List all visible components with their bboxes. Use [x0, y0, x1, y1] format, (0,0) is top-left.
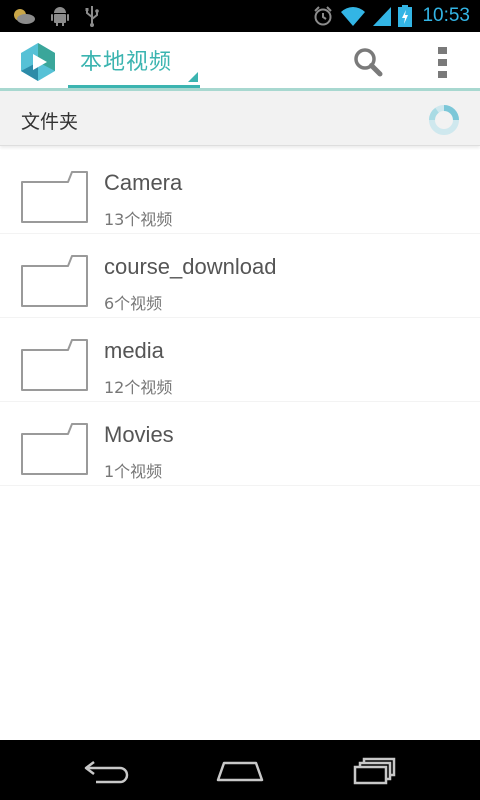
video-count: 1个视频: [104, 462, 163, 481]
overflow-menu-icon: [437, 46, 447, 54]
title-underline: [68, 85, 200, 88]
recent-apps-icon: [353, 757, 396, 785]
overflow-menu-dot: [437, 70, 447, 78]
back-button[interactable]: [76, 754, 136, 788]
folder-name: Movies: [104, 422, 174, 447]
folder-name: Camera: [104, 170, 183, 195]
android-debug-icon: [51, 7, 69, 26]
list-item[interactable]: Camera 13个视频: [0, 150, 480, 234]
status-bar: 10:53: [0, 0, 480, 32]
folder-icon: [21, 339, 88, 391]
battery-charging-icon: [398, 5, 413, 27]
search-button[interactable]: [346, 42, 390, 82]
recent-apps-button[interactable]: [344, 754, 404, 788]
video-count: 6个视频: [104, 294, 163, 313]
folder-list: Camera 13个视频 course_download 6个视频 media …: [0, 150, 480, 486]
loading-spinner-icon: [429, 105, 459, 135]
home-icon: [216, 761, 264, 782]
title-spinner[interactable]: 本地视频: [68, 32, 200, 90]
cell-signal-icon: [373, 7, 392, 26]
folder-name: course_download: [104, 254, 277, 279]
overflow-menu-dot: [437, 58, 447, 66]
page-title: 本地视频: [80, 50, 173, 75]
folder-section-title: 文件夹: [21, 111, 79, 133]
folder-icon: [21, 423, 88, 475]
folder-icon: [21, 255, 88, 307]
wifi-icon: [341, 7, 366, 26]
clock-time: 10:53: [422, 5, 470, 26]
video-count: 13个视频: [104, 210, 173, 229]
list-item[interactable]: media 12个视频: [0, 318, 480, 402]
back-icon: [84, 761, 129, 784]
list-item[interactable]: Movies 1个视频: [0, 402, 480, 486]
usb-icon: [85, 6, 99, 27]
weather-icon: [14, 9, 35, 24]
app-logo-icon[interactable]: [18, 42, 58, 82]
navigation-bar: [0, 740, 480, 800]
folder-icon: [21, 171, 88, 223]
system-status-icons: 10:53: [312, 3, 470, 29]
spinner-indicator-icon: [188, 72, 198, 82]
overflow-menu-button[interactable]: [428, 42, 456, 82]
folder-section-header: 文件夹: [0, 91, 480, 146]
alarm-icon: [314, 6, 333, 26]
video-count: 12个视频: [104, 378, 173, 397]
list-item[interactable]: course_download 6个视频: [0, 234, 480, 318]
search-icon: [354, 48, 383, 77]
home-button[interactable]: [210, 754, 270, 788]
folder-name: media: [104, 338, 164, 363]
notification-icons: [12, 5, 100, 27]
